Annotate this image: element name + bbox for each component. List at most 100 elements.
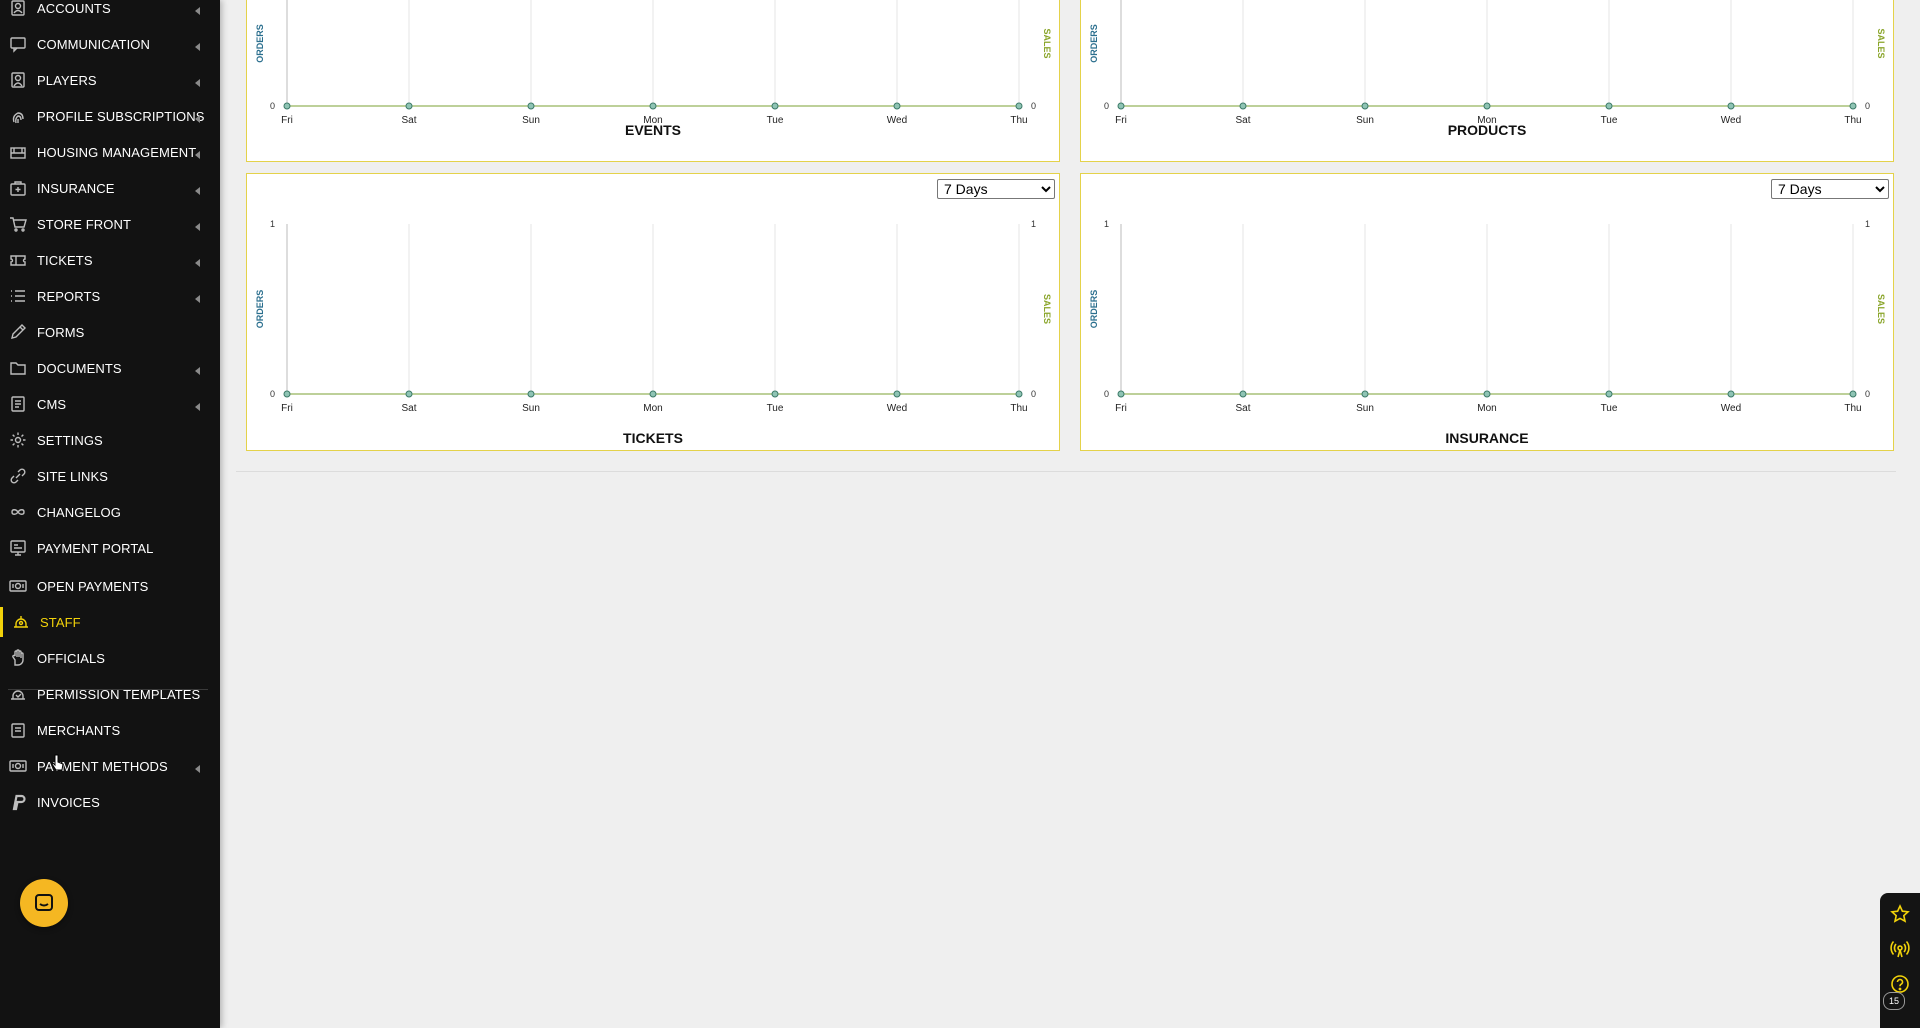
tickets-chart-card: 0 0 1 1 ORDERS SALES Fri Sat Sun Mon Tue Wed Thu 7 D… bbox=[246, 173, 1060, 451]
x-tick-label: Wed bbox=[887, 403, 907, 414]
sidebar-item-cms[interactable]: CMS bbox=[0, 389, 220, 419]
y-tick-label: 0 bbox=[1104, 101, 1109, 111]
paypal-icon bbox=[8, 792, 28, 812]
mouse-pointer-icon bbox=[51, 754, 64, 771]
x-tick-label: Sat bbox=[401, 403, 416, 414]
sidebar-item-payment-methods[interactable]: PAYMENT METHODS bbox=[0, 751, 220, 781]
chevron-left-icon bbox=[193, 147, 203, 159]
cms-icon bbox=[8, 394, 28, 414]
data-point[interactable] bbox=[1015, 102, 1023, 110]
data-point[interactable] bbox=[1117, 390, 1125, 398]
sidebar-item-communication[interactable]: COMMUNICATION bbox=[0, 29, 220, 59]
y-tick-label: 0 bbox=[270, 389, 275, 399]
sidebar-item-payment-portal[interactable]: PAYMENT PORTAL bbox=[0, 533, 220, 563]
y2-tick-label: 0 bbox=[1865, 389, 1870, 399]
sidebar-item-permission-templates[interactable]: PERMISSION TEMPLATES bbox=[0, 679, 220, 709]
sidebar-item-label: STORE FRONT bbox=[37, 216, 132, 232]
data-point[interactable] bbox=[1239, 102, 1247, 110]
sidebar-item-store-front[interactable]: STORE FRONT bbox=[0, 209, 220, 239]
data-point[interactable] bbox=[1239, 390, 1247, 398]
sidebar-item-label: REPORTS bbox=[37, 288, 101, 304]
data-point[interactable] bbox=[1015, 390, 1023, 398]
sidebar-item-label: INSURANCE bbox=[37, 180, 115, 196]
sidebar-item-tickets[interactable]: TICKETS bbox=[0, 245, 220, 275]
sidebar-item-label: ACCOUNTS bbox=[37, 0, 111, 16]
sidebar-item-open-payments[interactable]: OPEN PAYMENTS bbox=[0, 571, 220, 601]
sidebar-item-insurance[interactable]: INSURANCE bbox=[0, 173, 220, 203]
sidebar-item-label: PROFILE SUBSCRIPTIONS bbox=[37, 108, 205, 124]
sidebar-item-documents[interactable]: DOCUMENTS bbox=[0, 353, 220, 383]
notification-badge: 15 bbox=[1883, 992, 1905, 1010]
sidebar-item-merchants[interactable]: MERCHANTS bbox=[0, 715, 220, 745]
sidebar-item-invoices[interactable]: INVOICES bbox=[0, 787, 220, 817]
data-point[interactable] bbox=[283, 102, 291, 110]
sidebar-item-settings[interactable]: SETTINGS bbox=[0, 425, 220, 455]
data-point[interactable] bbox=[283, 390, 291, 398]
data-point[interactable] bbox=[527, 390, 535, 398]
chart-title: EVENTS bbox=[624, 122, 681, 138]
sidebar-item-players[interactable]: PLAYERS bbox=[0, 65, 220, 95]
data-point[interactable] bbox=[771, 390, 779, 398]
data-point[interactable] bbox=[405, 390, 413, 398]
y-tick-label: 1 bbox=[270, 219, 275, 229]
x-tick-label: Thu bbox=[1010, 403, 1027, 414]
sidebar-item-forms[interactable]: FORMS bbox=[0, 317, 220, 347]
sidebar-item-officials[interactable]: OFFICIALS bbox=[0, 643, 220, 673]
sidebar-item-staff[interactable]: STAFF bbox=[0, 607, 220, 637]
sidebar-item-reports[interactable]: REPORTS bbox=[0, 281, 220, 311]
data-point[interactable] bbox=[649, 390, 657, 398]
x-tick-label: Wed bbox=[1721, 403, 1741, 414]
sidebar-item-label: FORMS bbox=[37, 324, 85, 340]
chart-svg: 0 0 1 1 ORDERS SALES Fri Sat Sun Mon Tue Wed Thu bbox=[1089, 219, 1886, 414]
sidebar-item-label: PLAYERS bbox=[37, 72, 97, 88]
sidebar-item-site-links[interactable]: SITE LINKS bbox=[0, 461, 220, 491]
chart-svg: 0 0 1 1 ORDERS SALES Fri Sat Sun Mon Tue Wed Thu bbox=[255, 219, 1052, 414]
data-point[interactable] bbox=[1361, 102, 1369, 110]
data-point[interactable] bbox=[1605, 102, 1613, 110]
data-point[interactable] bbox=[405, 102, 413, 110]
data-point[interactable] bbox=[649, 102, 657, 110]
housing-icon bbox=[8, 142, 28, 162]
y2-tick-label: 1 bbox=[1865, 219, 1870, 229]
y-axis-label: ORDERS bbox=[255, 24, 265, 63]
data-point[interactable] bbox=[527, 102, 535, 110]
infinity-icon bbox=[8, 502, 28, 522]
data-point[interactable] bbox=[1605, 390, 1613, 398]
data-point[interactable] bbox=[1483, 390, 1491, 398]
sidebar-item-housing-management[interactable]: HOUSING MANAGEMENT bbox=[0, 137, 220, 167]
data-point[interactable] bbox=[893, 102, 901, 110]
x-tick-label: Sat bbox=[1235, 403, 1250, 414]
data-point[interactable] bbox=[1361, 390, 1369, 398]
players-icon bbox=[8, 70, 28, 90]
period-select[interactable]: 7 Days bbox=[1771, 179, 1889, 199]
sidebar-item-accounts[interactable]: ACCOUNTS bbox=[0, 0, 220, 23]
sidebar-item-label: STAFF bbox=[40, 614, 81, 630]
sidebar-item-label: CHANGELOG bbox=[37, 504, 121, 520]
chevron-left-icon bbox=[193, 3, 203, 15]
y-tick-label: 1 bbox=[1104, 219, 1109, 229]
sidebar-item-changelog[interactable]: CHANGELOG bbox=[0, 497, 220, 527]
chevron-left-icon bbox=[193, 399, 203, 411]
period-select[interactable]: 7 Days bbox=[937, 179, 1055, 199]
data-point[interactable] bbox=[1849, 390, 1857, 398]
insurance-icon bbox=[8, 178, 28, 198]
sidebar-item-profile-subscriptions[interactable]: PROFILE SUBSCRIPTIONS bbox=[0, 101, 220, 131]
chat-button[interactable] bbox=[20, 879, 68, 927]
data-point[interactable] bbox=[1483, 102, 1491, 110]
data-point[interactable] bbox=[771, 102, 779, 110]
y2-axis-label: SALES bbox=[1876, 294, 1886, 324]
staff-icon bbox=[11, 612, 31, 632]
data-point[interactable] bbox=[893, 390, 901, 398]
x-tick-label: Thu bbox=[1844, 403, 1861, 414]
data-point[interactable] bbox=[1117, 102, 1125, 110]
x-tick-label: Sun bbox=[1356, 403, 1374, 414]
broadcast-icon[interactable] bbox=[1889, 938, 1911, 960]
data-point[interactable] bbox=[1727, 390, 1735, 398]
data-point[interactable] bbox=[1727, 102, 1735, 110]
sidebar-item-label: OPEN PAYMENTS bbox=[37, 578, 149, 594]
y-tick-label: 0 bbox=[270, 101, 275, 111]
star-icon[interactable] bbox=[1889, 903, 1911, 925]
pencil-icon bbox=[8, 322, 28, 342]
data-point[interactable] bbox=[1849, 102, 1857, 110]
x-tick-label: Fri bbox=[1115, 403, 1127, 414]
